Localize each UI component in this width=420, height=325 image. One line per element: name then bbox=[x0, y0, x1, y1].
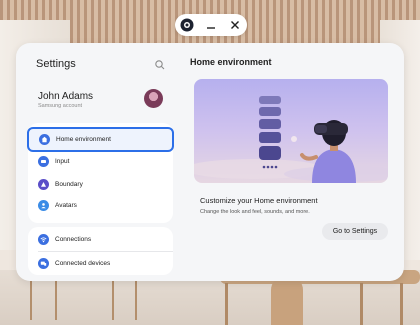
home-icon bbox=[39, 134, 50, 145]
go-to-settings-button[interactable]: Go to Settings bbox=[322, 223, 388, 240]
chair-leg bbox=[30, 280, 32, 320]
sidebar-item-boundary[interactable]: Boundary bbox=[28, 174, 173, 194]
chair-leg bbox=[135, 280, 137, 320]
page-title: Home environment bbox=[190, 57, 272, 67]
chair-leg bbox=[112, 280, 114, 320]
menu-divider bbox=[38, 251, 173, 252]
vr-user-illustration bbox=[194, 96, 388, 183]
account-name[interactable]: John Adams bbox=[38, 91, 93, 102]
sidebar-item-input[interactable]: Input bbox=[28, 151, 173, 171]
sidebar-item-label: Connected devices bbox=[55, 259, 111, 267]
close-icon[interactable] bbox=[226, 16, 244, 34]
table-leg bbox=[400, 283, 403, 325]
sidebar-item-connections[interactable]: Connections bbox=[28, 229, 173, 249]
table-leg bbox=[360, 283, 363, 325]
devices-icon bbox=[38, 257, 49, 269]
account-subtitle: Samsung account bbox=[38, 103, 83, 109]
hero-description: Change the look and feel, sounds, and mo… bbox=[200, 209, 310, 215]
wifi-icon bbox=[38, 233, 49, 245]
table-leg bbox=[225, 283, 228, 325]
menu-group-general: Home environment Input Boundary Avatars bbox=[27, 123, 174, 223]
hero-caption: Customize your Home environment bbox=[200, 196, 318, 205]
window-controls bbox=[175, 14, 247, 36]
minimize-icon[interactable] bbox=[202, 16, 220, 34]
sidebar: Settings John Adams Samsung account Home… bbox=[16, 43, 176, 281]
input-icon bbox=[38, 155, 49, 167]
sidebar-item-label: Boundary bbox=[55, 180, 83, 188]
boundary-icon bbox=[38, 178, 49, 190]
sidebar-title: Settings bbox=[36, 58, 76, 70]
menu-group-connections: Connections Connected devices bbox=[28, 227, 173, 275]
avatar[interactable] bbox=[144, 89, 163, 108]
hero-illustration bbox=[194, 79, 388, 183]
sidebar-item-label: Input bbox=[55, 157, 70, 165]
table-pedestal bbox=[271, 276, 303, 325]
sidebar-item-home-environment[interactable]: Home environment bbox=[27, 127, 174, 152]
sidebar-item-connected-devices[interactable]: Connected devices bbox=[28, 253, 173, 273]
settings-panel: Settings John Adams Samsung account Home… bbox=[16, 43, 404, 281]
sidebar-item-avatars[interactable]: Avatars bbox=[28, 195, 173, 215]
search-icon[interactable] bbox=[154, 58, 166, 70]
chair-leg bbox=[55, 280, 57, 320]
sidebar-item-label: Home environment bbox=[56, 136, 111, 143]
avatar-icon bbox=[38, 199, 49, 211]
app-icon[interactable] bbox=[178, 16, 196, 34]
sidebar-item-label: Avatars bbox=[55, 201, 77, 209]
sidebar-item-label: Connections bbox=[55, 235, 92, 243]
